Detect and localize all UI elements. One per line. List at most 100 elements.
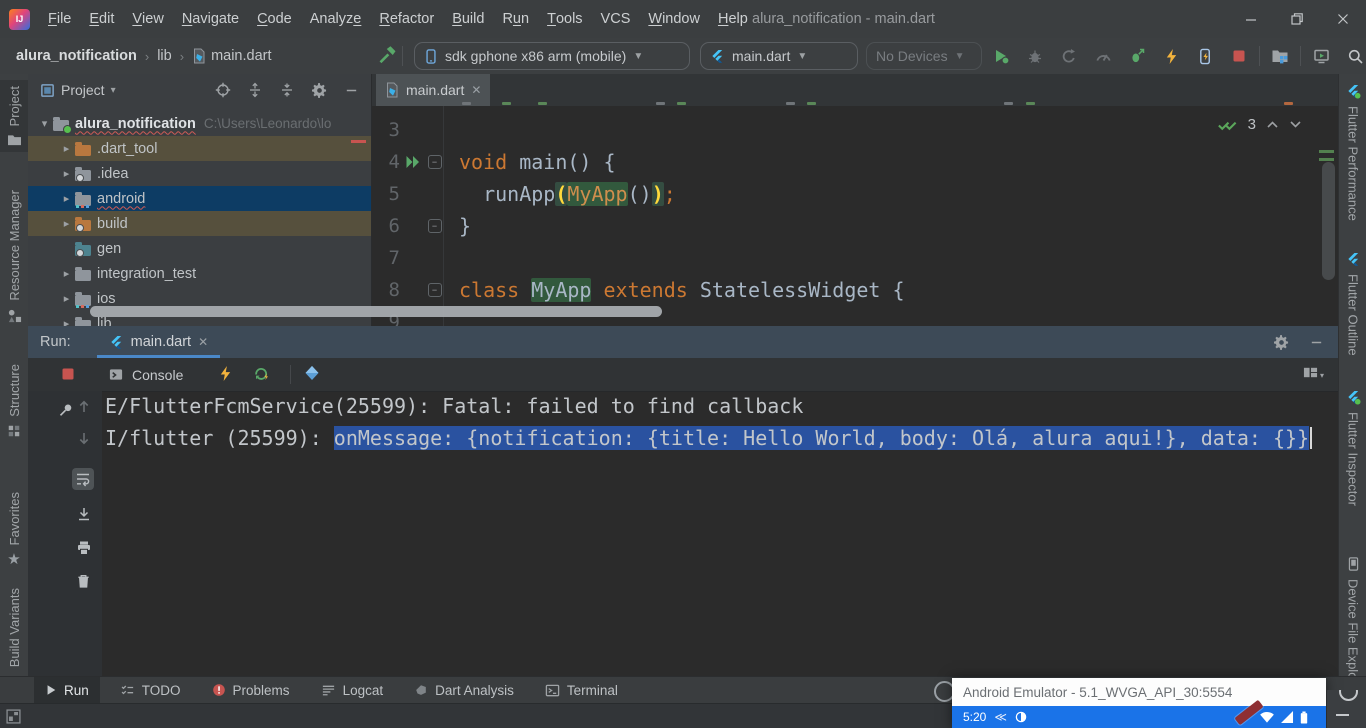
tree-item-alura-notification[interactable]: ▾alura_notificationC:\Users\Leonardo\lo [28, 111, 372, 136]
menu-edit[interactable]: Edit [80, 0, 123, 38]
search-everywhere-button[interactable] [1338, 38, 1366, 74]
fold-marker-icon[interactable]: − [428, 219, 442, 233]
hot-reload-icon[interactable] [218, 365, 233, 382]
tree-arrow-icon[interactable]: ▸ [58, 317, 75, 326]
menu-navigate[interactable]: Navigate [173, 0, 248, 38]
code-line-5[interactable]: 5 runApp(MyApp()); [372, 178, 1338, 210]
project-settings-button[interactable] [306, 83, 332, 98]
menu-run[interactable]: Run [493, 0, 538, 38]
error-stripe-mark[interactable] [1319, 158, 1334, 161]
breadcrumb-project[interactable]: alura_notification [16, 48, 137, 64]
scroll-to-end-icon[interactable] [76, 506, 92, 522]
stripe-item-flutter-outline[interactable]: Flutter Outline [1339, 252, 1366, 356]
stripe-item-flutter-performance[interactable]: Flutter Performance [1339, 84, 1366, 221]
tree-item-dart-tool[interactable]: ▸.dart_tool [28, 136, 372, 161]
menu-vcs[interactable]: VCS [592, 0, 640, 38]
fold-marker-icon[interactable]: − [428, 283, 442, 297]
soft-wrap-icon[interactable] [72, 468, 94, 490]
tree-item-build[interactable]: ▸build [28, 211, 372, 236]
stop-button[interactable] [1222, 38, 1256, 74]
clear-console-icon[interactable] [76, 573, 91, 589]
build-hammer-icon[interactable] [378, 45, 398, 65]
run-button[interactable] [984, 38, 1018, 74]
attach-debugger-button[interactable] [1120, 38, 1154, 74]
menu-view[interactable]: View [123, 0, 172, 38]
hot-restart-icon[interactable] [252, 365, 271, 382]
tree-arrow-icon[interactable]: ▸ [58, 267, 75, 280]
next-message-icon[interactable] [76, 430, 92, 447]
dart-devtools-icon[interactable] [304, 365, 320, 381]
run-line-icon[interactable] [400, 155, 426, 169]
tree-arrow-icon[interactable]: ▾ [36, 117, 53, 130]
tree-item-idea[interactable]: ▸.idea [28, 161, 372, 186]
code-line-8[interactable]: 8−class MyApp extends StatelessWidget { [372, 274, 1338, 306]
target-device-selector[interactable]: No Devices ▼ [866, 42, 982, 70]
console-tab[interactable]: Console [98, 358, 193, 391]
log-line-1[interactable]: E/FlutterFcmService(25599): Fatal: faile… [105, 390, 1328, 422]
expand-all-button[interactable] [242, 82, 268, 98]
bottom-tab-problems[interactable]: Problems [201, 677, 301, 703]
profiler-gauge-icon[interactable] [1086, 38, 1120, 74]
inspections-widget[interactable]: 3 [1217, 116, 1302, 133]
bottom-tab-run[interactable]: Run [34, 677, 100, 703]
run-settings-gear-icon[interactable] [1274, 335, 1289, 350]
android-emulator-window[interactable]: Android Emulator - 5.1_WVGA_API_30:5554 … [952, 678, 1326, 728]
tree-item-android[interactable]: ▸android [28, 186, 372, 211]
project-view-selector[interactable]: Project [61, 82, 105, 98]
menu-tools[interactable]: Tools [538, 0, 591, 38]
breadcrumb-file[interactable]: main.dart [192, 48, 271, 64]
hide-run-panel-icon[interactable] [1309, 335, 1324, 350]
debug-button[interactable] [1018, 38, 1052, 74]
tree-arrow-icon[interactable]: ▸ [58, 142, 75, 155]
stripe-item-resource-manager[interactable]: Resource Manager [0, 190, 28, 323]
menu-file[interactable]: File [39, 0, 80, 38]
profile-button[interactable] [1052, 38, 1086, 74]
tree-arrow-icon[interactable]: ▸ [58, 167, 75, 180]
running-devices-button[interactable] [1304, 38, 1338, 74]
stripe-item-device-file-explorer[interactable]: Device File Explorer [1339, 556, 1366, 695]
prev-message-icon[interactable] [76, 398, 92, 415]
tree-arrow-icon[interactable]: ▸ [58, 217, 75, 230]
hot-restart-button[interactable] [1188, 38, 1222, 74]
run-tab-main-dart[interactable]: main.dart ✕ [97, 326, 221, 358]
stripe-item-favorites[interactable]: Favorites★ [0, 492, 28, 567]
code-line-6[interactable]: 6−} [372, 210, 1338, 242]
menu-build[interactable]: Build [443, 0, 493, 38]
tool-window-toggle-icon[interactable] [6, 709, 21, 724]
error-stripe-mark[interactable] [1319, 150, 1334, 153]
print-icon[interactable] [76, 540, 92, 556]
code-line-7[interactable]: 7 [372, 242, 1338, 274]
tree-item-gen[interactable]: gen [28, 236, 372, 261]
code-line-3[interactable]: 3 [372, 114, 1338, 146]
minimize-window-icon[interactable] [1228, 0, 1274, 38]
menu-refactor[interactable]: Refactor [370, 0, 443, 38]
next-problem-icon[interactable] [1289, 120, 1302, 129]
prev-problem-icon[interactable] [1266, 120, 1279, 129]
bottom-tab-dart-analysis[interactable]: Dart Analysis [403, 677, 525, 703]
code-line-4[interactable]: 4−void main() { [372, 146, 1338, 178]
device-manager-button[interactable] [1263, 38, 1297, 74]
stop-process-button[interactable] [60, 366, 76, 382]
menu-window[interactable]: Window [639, 0, 709, 38]
close-tab-icon[interactable]: ✕ [198, 335, 208, 349]
run-configuration-selector[interactable]: main.dart ▼ [700, 42, 858, 70]
menu-help[interactable]: Help [709, 0, 757, 38]
breadcrumb-lib[interactable]: lib [157, 48, 172, 64]
close-window-icon[interactable] [1320, 0, 1366, 38]
locate-file-button[interactable] [210, 82, 236, 98]
emulator-minimize-icon[interactable] [1336, 714, 1349, 716]
menu-analyze[interactable]: Analyze [301, 0, 371, 38]
collapse-all-button[interactable] [274, 82, 300, 98]
splitter-drag-bar[interactable] [90, 306, 662, 317]
stripe-item-build-variants[interactable]: Build Variants [0, 588, 28, 688]
console-output[interactable]: E/FlutterFcmService(25599): Fatal: faile… [105, 390, 1328, 454]
tree-arrow-icon[interactable]: ▸ [58, 292, 75, 305]
stripe-item-structure[interactable]: Structure [0, 364, 28, 438]
menu-code[interactable]: Code [248, 0, 301, 38]
device-selector[interactable]: sdk gphone x86 arm (mobile) ▼ [414, 42, 690, 70]
hide-panel-button[interactable] [338, 83, 364, 98]
tree-item-integration-test[interactable]: ▸integration_test [28, 261, 372, 286]
stripe-item-flutter-inspector[interactable]: Flutter Inspector [1339, 390, 1366, 506]
stripe-item-project[interactable]: Project [0, 80, 28, 152]
close-tab-icon[interactable]: ✕ [471, 83, 481, 97]
